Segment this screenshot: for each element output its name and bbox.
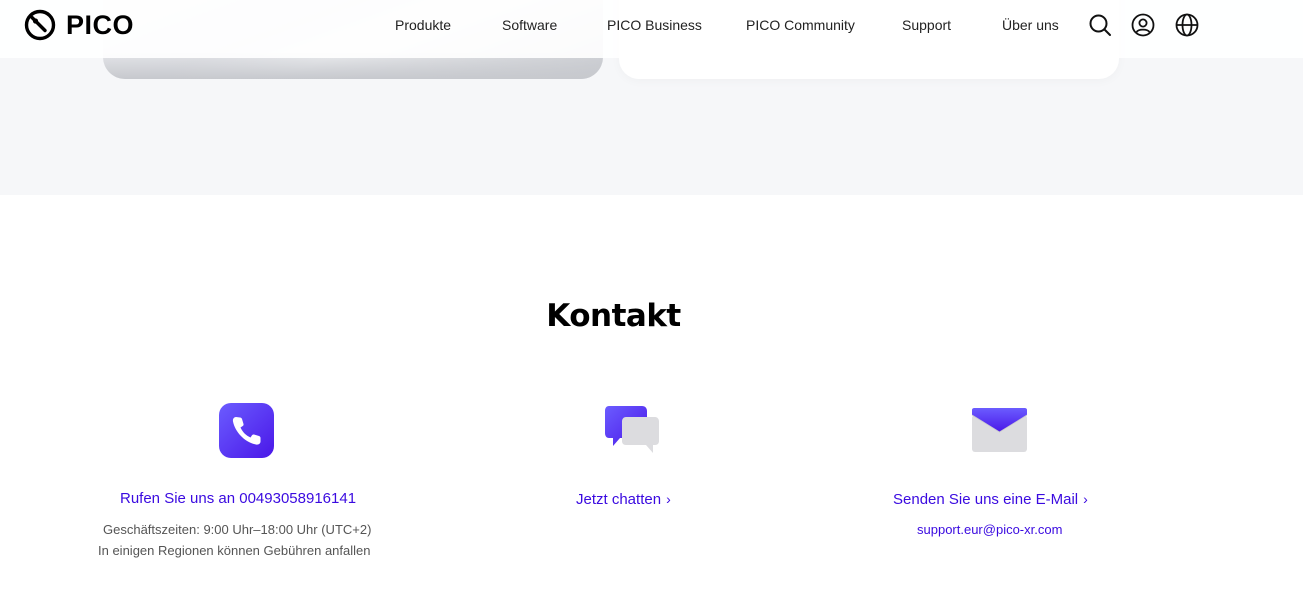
chevron-right-icon: › <box>666 491 671 507</box>
nav-item-support[interactable]: Support <box>902 16 951 34</box>
contact-section-title: Kontakt <box>546 298 681 334</box>
business-hours: Geschäftszeiten: 9:00 Uhr–18:00 Uhr (UTC… <box>103 522 372 537</box>
call-us-link[interactable]: Rufen Sie uns an 00493058916141 <box>120 489 356 509</box>
nav-item-software[interactable]: Software <box>502 16 557 34</box>
brand-logo[interactable]: PICO <box>24 9 134 41</box>
phone-icon <box>219 403 275 459</box>
globe-icon[interactable] <box>1175 13 1199 37</box>
nav-item-pico-business[interactable]: PICO Business <box>607 16 702 34</box>
mail-icon <box>971 403 1028 459</box>
account-icon[interactable] <box>1131 13 1155 37</box>
fees-note: In einigen Regionen können Gebühren anfa… <box>98 543 371 558</box>
support-email-address[interactable]: support.eur@pico-xr.com <box>917 521 1062 539</box>
brand-name: PICO <box>66 9 135 40</box>
nav-item-produkte[interactable]: Produkte <box>395 16 451 34</box>
chat-icon <box>604 403 660 459</box>
pico-logo-icon <box>24 9 56 41</box>
chat-now-link[interactable]: Jetzt chatten › <box>576 489 671 510</box>
send-email-label: Senden Sie uns eine E-Mail <box>893 491 1079 508</box>
chat-now-label: Jetzt chatten <box>576 491 662 508</box>
chevron-right-icon: › <box>1083 491 1088 507</box>
send-email-link[interactable]: Senden Sie uns eine E-Mail › <box>893 489 1088 510</box>
top-navbar: PICO Produkte Software PICO Business PIC… <box>0 0 1303 58</box>
search-icon[interactable] <box>1088 13 1112 37</box>
nav-item-pico-community[interactable]: PICO Community <box>746 16 855 34</box>
nav-item-ueber-uns[interactable]: Über uns <box>1002 16 1059 34</box>
